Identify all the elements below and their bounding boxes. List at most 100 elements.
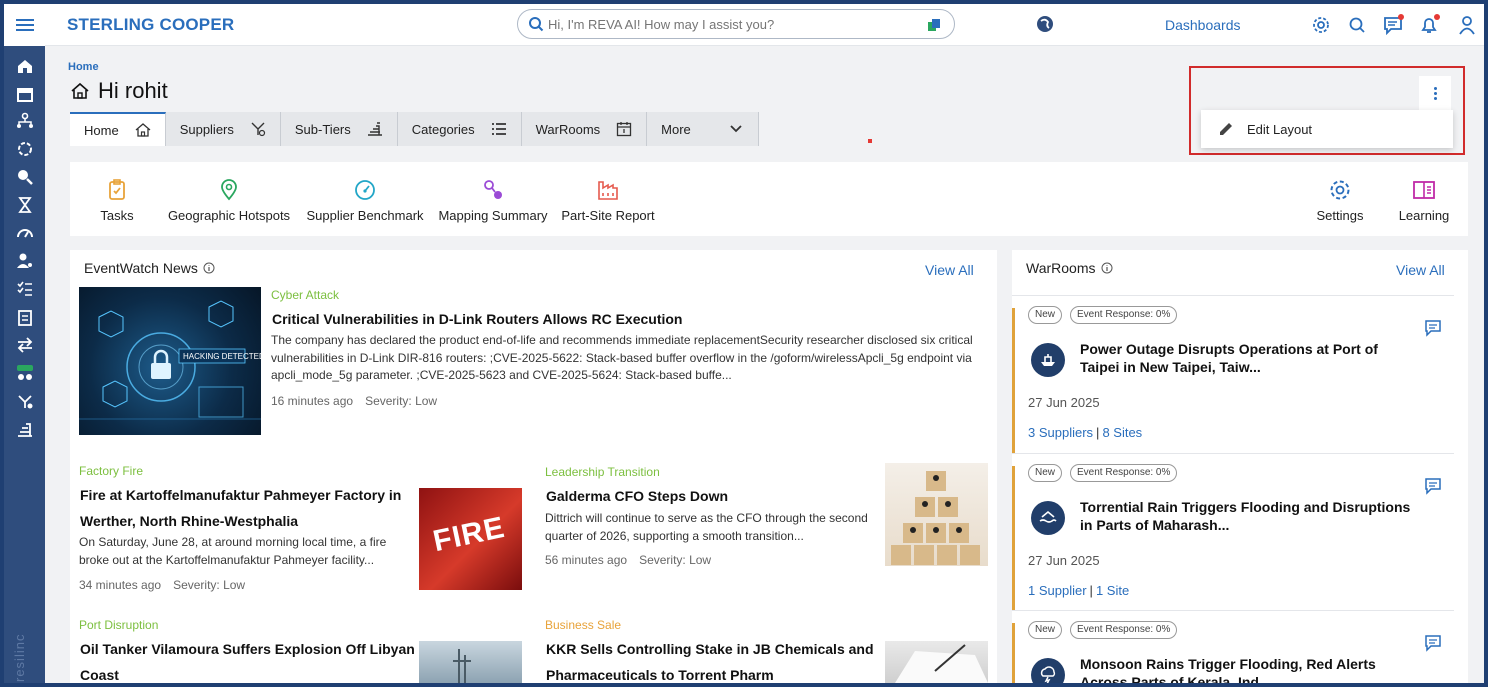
tab-sub-tiers[interactable]: Sub-Tiers: [280, 112, 398, 146]
quick-link-mapping-summary[interactable]: Mapping Summary: [436, 178, 550, 223]
rail-stack-icon[interactable]: [16, 420, 34, 438]
warroom-sites-link[interactable]: 8 Sites: [1102, 425, 1142, 440]
header-search-icon[interactable]: [1347, 15, 1367, 35]
warroom-card[interactable]: New Event Response: 0% Power Outage Disr…: [1012, 295, 1454, 453]
tab-categories-label: Categories: [411, 121, 475, 137]
document-signing-illustration: [895, 644, 988, 683]
warroom-title[interactable]: Monsoon Rains Trigger Flooding, Red Aler…: [1080, 655, 1420, 683]
quick-link-supplier-benchmark[interactable]: Supplier Benchmark: [304, 178, 426, 223]
reva-search-box[interactable]: [517, 9, 955, 39]
rail-transfer-icon[interactable]: [16, 336, 34, 354]
list-icon: [491, 123, 506, 135]
rail-user-settings-icon[interactable]: [16, 252, 34, 270]
quick-link-part-site-report[interactable]: Part-Site Report: [560, 178, 656, 223]
news-item-2-category: Leadership Transition: [545, 465, 660, 479]
globe-icon[interactable]: [1035, 14, 1055, 34]
tab-suppliers[interactable]: Suppliers: [165, 112, 281, 146]
eventwatch-title-text: EventWatch News: [84, 260, 198, 276]
eventwatch-view-all-link[interactable]: View All: [925, 262, 974, 278]
notifications-bell-icon[interactable]: [1419, 14, 1440, 35]
news-item-3-headline[interactable]: Oil Tanker Vilamoura Suffers Explosion O…: [80, 636, 415, 683]
warroom-card[interactable]: New Event Response: 0% Monsoon Rains Tri…: [1012, 610, 1454, 683]
news-item-1-headline[interactable]: Fire at Kartoffelmanufaktur Pahmeyer Fac…: [80, 482, 410, 534]
warroom-suppliers-link[interactable]: 1 Supplier: [1028, 583, 1087, 598]
featured-news-category: Cyber Attack: [271, 288, 340, 302]
menu-item-edit-layout[interactable]: Edit Layout: [1201, 110, 1453, 148]
info-icon[interactable]: [203, 262, 215, 274]
breadcrumb[interactable]: Home: [68, 61, 99, 73]
warroom-links: 3 Suppliers | 8 Sites: [1028, 425, 1142, 440]
event-type-avatar: [1031, 658, 1065, 683]
greeting-text: Hi rohit: [98, 78, 168, 103]
rail-search-person-icon[interactable]: [16, 168, 34, 186]
rail-calendar-icon[interactable]: [16, 85, 34, 103]
quick-link-settings[interactable]: Settings: [1308, 178, 1372, 223]
featured-news-headline[interactable]: Critical Vulnerabilities in D-Link Route…: [272, 306, 987, 332]
chat-icon[interactable]: [1424, 319, 1442, 337]
news-item-1-meta: 34 minutes ago Severity: Low: [79, 578, 245, 592]
chat-icon[interactable]: [1424, 634, 1442, 652]
warroom-title[interactable]: Torrential Rain Triggers Flooding and Di…: [1080, 498, 1420, 534]
news-item-1-body: On Saturday, June 28, at around morning …: [79, 535, 387, 567]
event-response-badge: Event Response: 0%: [1070, 306, 1178, 324]
warroom-date: 27 Jun 2025: [1028, 553, 1100, 568]
news-item-1-severity: Severity: Low: [173, 578, 246, 592]
rail-new-feature-icon[interactable]: [16, 364, 34, 382]
kebab-menu-icon[interactable]: [1419, 76, 1451, 110]
top-header: STERLING COOPER Dashboards: [45, 4, 1484, 46]
user-profile-icon[interactable]: [1457, 15, 1477, 35]
tab-more[interactable]: More: [647, 112, 760, 146]
warroom-card[interactable]: New Event Response: 0% Torrential Rain T…: [1012, 453, 1454, 610]
tab-categories[interactable]: Categories: [397, 112, 522, 146]
fire-sign-text: FIRE: [430, 510, 508, 559]
brand-title[interactable]: STERLING COOPER: [67, 15, 234, 35]
rail-clipboard-icon[interactable]: [16, 308, 34, 326]
dashboards-link[interactable]: Dashboards: [1165, 17, 1241, 33]
featured-news-body: The company has declared the product end…: [271, 333, 973, 382]
tab-warrooms[interactable]: WarRooms: [521, 112, 648, 146]
quick-link-part-site-report-label: Part-Site Report: [561, 208, 655, 223]
app-frame: resilinc STERLING COOPER Dashboards Home…: [4, 4, 1484, 683]
warroom-suppliers-link[interactable]: 3 Suppliers: [1028, 425, 1093, 440]
quick-link-settings-label: Settings: [1316, 208, 1364, 223]
messages-badge: [1398, 14, 1404, 20]
news-item-1-image[interactable]: FIRE: [419, 488, 522, 590]
rail-network-icon[interactable]: [16, 112, 34, 130]
factory-icon: [598, 181, 618, 200]
rail-refresh-icon[interactable]: [16, 140, 34, 158]
news-item-2-image[interactable]: [885, 463, 988, 566]
news-item-3-image[interactable]: [419, 641, 522, 683]
tab-home[interactable]: Home: [70, 112, 166, 146]
reva-search-input[interactable]: [548, 15, 908, 33]
info-icon[interactable]: [1101, 262, 1113, 274]
news-item-1-category: Factory Fire: [79, 464, 144, 478]
warroom-title[interactable]: Power Outage Disrupts Operations at Port…: [1080, 340, 1420, 376]
featured-news-image[interactable]: HACKING DETECTED: [79, 287, 261, 435]
news-item-4-headline[interactable]: KKR Sells Controlling Stake in JB Chemic…: [546, 636, 881, 683]
ship-icon: [1041, 354, 1055, 366]
quick-link-learning[interactable]: Learning: [1392, 178, 1456, 223]
rail-brand-logo: resilinc: [12, 633, 27, 682]
news-item-3-category: Port Disruption: [79, 618, 159, 632]
quick-link-tasks[interactable]: Tasks: [94, 178, 140, 223]
news-item-2-headline[interactable]: Galderma CFO Steps Down: [546, 483, 876, 509]
rail-hourglass-icon[interactable]: [16, 196, 34, 214]
pencil-icon: [1220, 123, 1232, 135]
news-item-4-image[interactable]: [885, 641, 988, 683]
warrooms-view-all-link[interactable]: View All: [1396, 262, 1445, 278]
rail-home-icon[interactable]: [16, 57, 34, 75]
quick-link-mapping-summary-label: Mapping Summary: [438, 208, 548, 223]
rail-supplier-icon[interactable]: [16, 392, 34, 410]
quick-link-geographic-hotspots[interactable]: Geographic Hotspots: [164, 178, 294, 223]
tab-suppliers-label: Suppliers: [179, 121, 234, 137]
warroom-sites-link[interactable]: 1 Site: [1096, 583, 1129, 598]
quick-link-tasks-label: Tasks: [100, 208, 134, 223]
ai-assistant-icon[interactable]: [926, 17, 942, 33]
settings-gear-icon[interactable]: [1311, 15, 1331, 35]
rail-gauge-icon[interactable]: [16, 224, 34, 242]
messages-icon[interactable]: [1383, 14, 1404, 36]
chat-icon[interactable]: [1424, 477, 1442, 495]
rail-checklist-icon[interactable]: [16, 280, 34, 298]
hamburger-menu-icon[interactable]: [4, 4, 45, 46]
news-item-4-category: Business Sale: [545, 618, 622, 632]
